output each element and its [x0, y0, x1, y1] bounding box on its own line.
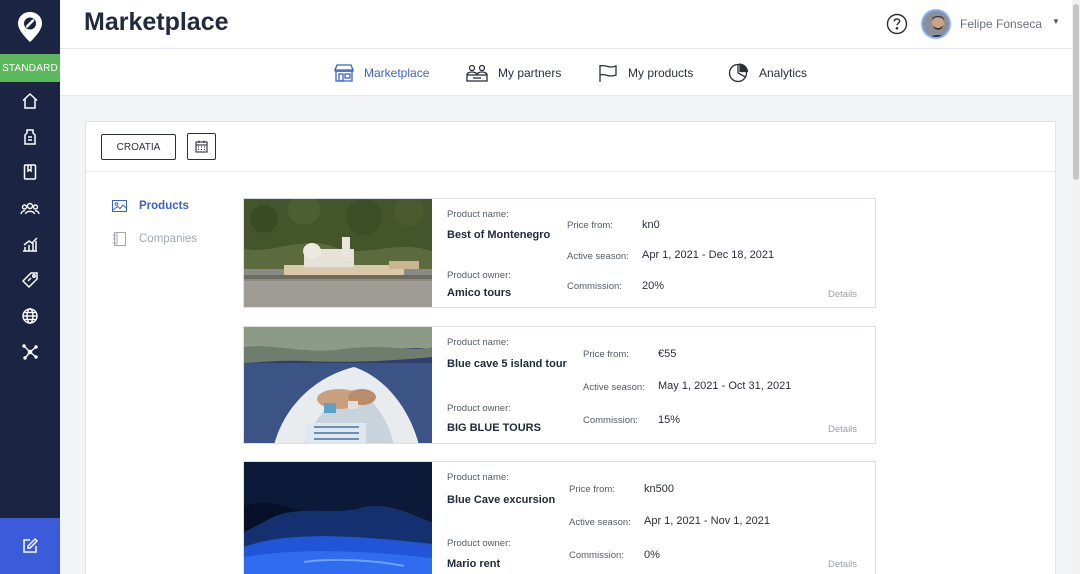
avatar[interactable] [921, 9, 951, 39]
active-season-label: Active season: [567, 251, 629, 262]
product-owner-label: Product owner: [447, 403, 511, 414]
side-nav-companies[interactable]: Companies [112, 232, 197, 246]
user-name[interactable]: Felipe Fonseca [960, 17, 1042, 31]
notebook-icon [113, 232, 126, 246]
price-from-label: Price from: [583, 349, 629, 360]
product-owner-label: Product owner: [447, 270, 511, 281]
app-logo[interactable] [0, 0, 60, 54]
page-title: Marketplace [84, 8, 229, 36]
product-photo [244, 199, 432, 307]
product-owner: BIG BLUE TOURS [447, 422, 541, 434]
side-nav-label: Companies [139, 233, 198, 245]
price-from-value: kn500 [644, 483, 674, 495]
tab-marketplace[interactable]: Marketplace [333, 62, 429, 84]
logo-pin-icon [18, 12, 42, 42]
active-season-label: Active season: [569, 517, 631, 528]
pie-chart-icon [728, 63, 749, 83]
partners-icon [466, 64, 488, 82]
product-card[interactable]: Product name: Best of Montenegro Product… [243, 198, 876, 308]
calendar-button[interactable] [187, 133, 216, 160]
product-owner: Amico tours [447, 287, 512, 299]
stats-icon[interactable] [0, 229, 60, 259]
flag-icon [599, 64, 617, 82]
tab-my-partners[interactable]: My partners [465, 62, 561, 84]
commission-label: Commission: [567, 281, 622, 292]
details-link[interactable]: Details [828, 424, 857, 435]
product-name: Best of Montenegro [447, 229, 551, 241]
commission-label: Commission: [583, 415, 638, 426]
commission-value: 20% [642, 280, 665, 292]
plan-badge: STANDARD [0, 54, 60, 82]
country-filter-button[interactable]: CROATIA [101, 134, 176, 160]
tab-bar: Marketplace My partners My products Anal… [60, 49, 1076, 96]
product-photo [244, 462, 432, 574]
tab-label: Analytics [759, 66, 808, 80]
product-name-label: Product name: [447, 337, 509, 348]
price-from-value: kn0 [642, 219, 660, 231]
tab-label: My partners [498, 66, 562, 80]
home-icon[interactable] [0, 86, 60, 116]
commission-label: Commission: [569, 550, 624, 561]
sidebar: STANDARD [0, 0, 60, 574]
product-card[interactable]: Product name: Blue cave 5 island tour Pr… [243, 326, 876, 444]
details-link[interactable]: Details [828, 559, 857, 570]
tab-my-products[interactable]: My products [597, 62, 693, 84]
price-from-label: Price from: [569, 484, 615, 495]
scrollbar-thumb[interactable] [1073, 4, 1079, 180]
price-from-value: €55 [658, 348, 677, 360]
tab-label: My products [628, 66, 694, 80]
commission-value: 0% [644, 549, 660, 561]
store-icon [334, 64, 354, 82]
users-icon[interactable] [0, 193, 60, 223]
side-nav-label: Products [139, 200, 189, 212]
image-icon [112, 200, 127, 212]
active-season-label: Active season: [583, 382, 645, 393]
globe-icon[interactable] [0, 301, 60, 331]
active-season-value: May 1, 2021 - Oct 31, 2021 [658, 380, 792, 392]
commission-value: 15% [658, 414, 681, 426]
product-name: Blue cave 5 island tour [447, 358, 567, 370]
top-header: Marketplace Felipe Fonseca ▼ [60, 0, 1076, 49]
product-owner-label: Product owner: [447, 538, 511, 549]
network-icon[interactable] [0, 337, 60, 367]
tag-icon[interactable] [0, 265, 60, 295]
active-season-value: Apr 1, 2021 - Nov 1, 2021 [644, 515, 770, 527]
tab-label: Marketplace [364, 66, 430, 80]
product-photo [244, 327, 432, 443]
edit-icon [23, 537, 39, 553]
product-owner: Mario rent [447, 558, 501, 570]
filter-bar: CROATIA [86, 122, 1055, 172]
clothing-icon[interactable] [0, 122, 60, 152]
product-name-label: Product name: [447, 472, 509, 483]
book-icon[interactable] [0, 157, 60, 187]
help-icon[interactable] [886, 13, 908, 35]
product-name-label: Product name: [447, 209, 509, 220]
product-name: Blue Cave excursion [447, 494, 556, 506]
chevron-down-icon[interactable]: ▼ [1052, 17, 1060, 26]
calendar-icon [195, 140, 208, 153]
active-season-value: Apr 1, 2021 - Dec 18, 2021 [642, 249, 775, 261]
details-link[interactable]: Details [828, 289, 857, 300]
marketplace-panel: CROATIA Products Companies Product name:… [85, 121, 1056, 574]
product-card[interactable]: Product name: Blue Cave excursion Produc… [243, 461, 876, 574]
edit-button[interactable] [0, 518, 60, 574]
tab-analytics[interactable]: Analytics [728, 62, 807, 84]
side-nav-products[interactable]: Products [112, 200, 189, 212]
price-from-label: Price from: [567, 220, 613, 231]
